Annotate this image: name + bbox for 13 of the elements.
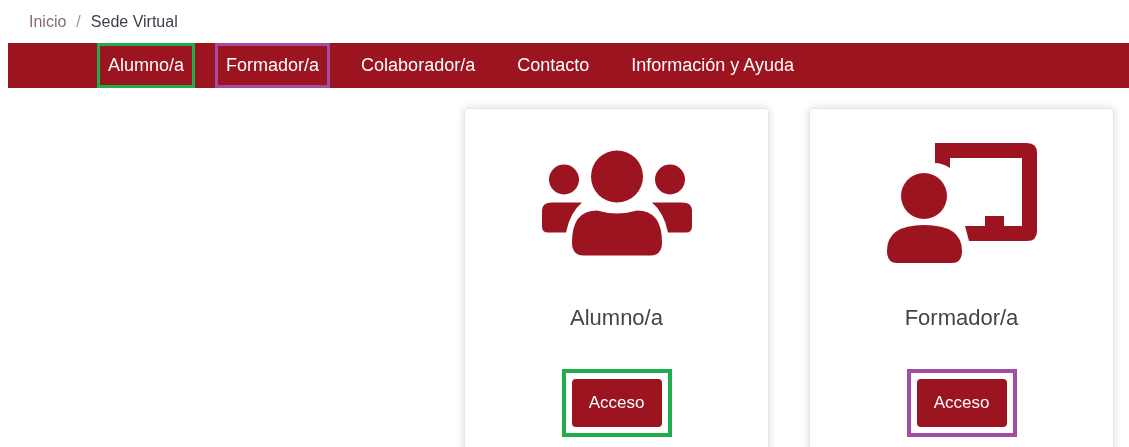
access-button[interactable]: Acceso <box>571 379 662 427</box>
breadcrumb-current: Sede Virtual <box>90 12 178 31</box>
access-button[interactable]: Acceso <box>916 379 1007 427</box>
breadcrumb-link[interactable]: Inicio <box>29 12 67 31</box>
nav-link[interactable]: Colaborador/a <box>350 43 487 88</box>
breadcrumb-separator: / <box>76 12 81 31</box>
nav-link[interactable]: Alumno/a <box>97 43 196 88</box>
card-title: Alumno/a <box>570 305 663 331</box>
card-title: Formador/a <box>904 305 1019 331</box>
nav-link[interactable]: Información y Ayuda <box>620 43 805 88</box>
nav-link[interactable]: Formador/a <box>215 43 331 88</box>
nav-link[interactable]: Contacto <box>506 43 601 88</box>
teacher-icon <box>886 143 1037 263</box>
